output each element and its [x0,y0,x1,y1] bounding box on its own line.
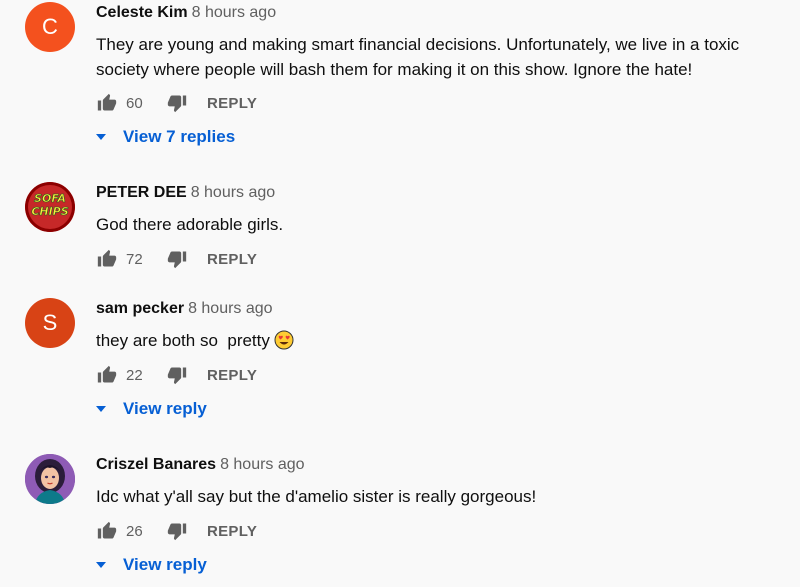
like-count: 72 [126,250,143,268]
comment-header: PETER DEE 8 hours ago [96,184,275,202]
dislike-icon[interactable] [166,248,188,270]
view-replies-label: View 7 replies [123,127,236,146]
timestamp[interactable]: 8 hours ago [188,300,273,317]
like-icon[interactable] [96,364,118,386]
comment-header: Celeste Kim 8 hours ago [96,4,276,22]
comment-text-body: they are both so pretty [96,331,270,350]
reply-button[interactable]: REPLY [207,95,257,112]
timestamp[interactable]: 8 hours ago [191,184,276,201]
comment-header: Criszel Banares 8 hours ago [96,456,305,474]
reply-button[interactable]: REPLY [207,523,257,540]
author-name[interactable]: Criszel Banares [96,456,216,473]
like-count: 60 [126,94,143,112]
comment-text: God there adorable girls. [96,215,284,234]
cartoon-girl-avatar [25,454,75,504]
author-name[interactable]: Celeste Kim [96,4,188,21]
like-count: 26 [126,522,143,540]
comment-actions: 60 REPLY [96,91,257,115]
comment-actions: 26 REPLY [96,519,257,543]
comment-text: Idc what y'all say but the d'amelio sist… [96,487,537,506]
view-replies-label: View reply [123,555,207,574]
avatar[interactable] [25,454,75,504]
comment-actions: 72 REPLY [96,247,257,271]
timestamp[interactable]: 8 hours ago [192,4,277,21]
view-replies-button[interactable]: View 7 replies [96,125,235,149]
like-icon[interactable] [96,92,118,114]
comment-text: They are young and making smart financia… [96,35,740,79]
avatar[interactable]: C [25,2,75,52]
svg-text:SOFA: SOFA [34,192,66,205]
reply-button[interactable]: REPLY [207,251,257,268]
caret-down-icon [96,404,106,414]
view-replies-button[interactable]: View reply [96,397,207,421]
view-replies-button[interactable]: View reply [96,553,207,577]
timestamp[interactable]: 8 hours ago [220,456,305,473]
avatar[interactable]: SOFA CHIPS [25,182,75,232]
avatar-letter: C [42,14,58,39]
comment-header: sam pecker 8 hours ago [96,300,273,318]
caret-down-icon [96,560,106,570]
like-count: 22 [126,366,143,384]
svg-text:CHIPS: CHIPS [31,205,68,218]
comment-actions: 22 REPLY [96,363,257,387]
sofa-chips-logo: SOFA CHIPS [25,182,75,232]
author-name[interactable]: PETER DEE [96,184,187,201]
caret-down-icon [96,132,106,142]
comment-text: they are both so pretty [96,328,776,353]
like-icon[interactable] [96,248,118,270]
dislike-icon[interactable] [166,364,188,386]
avatar-letter: S [42,310,58,335]
dislike-icon[interactable] [166,92,188,114]
author-name[interactable]: sam pecker [96,300,184,317]
like-icon[interactable] [96,520,118,542]
dislike-icon[interactable] [166,520,188,542]
heart-eyes-emoji-icon [274,330,294,350]
reply-button[interactable]: REPLY [207,367,257,384]
view-replies-label: View reply [123,399,207,418]
avatar[interactable]: S [25,298,75,348]
